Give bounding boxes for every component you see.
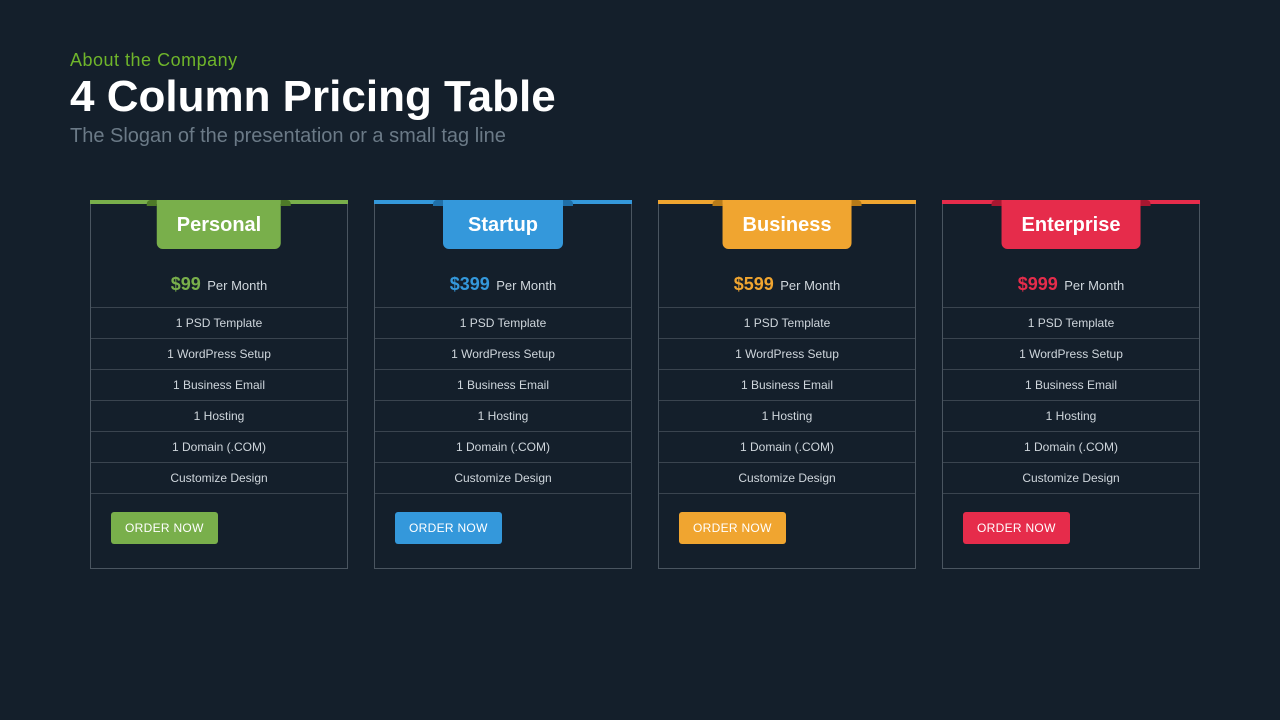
plan-cta-wrap: ORDER NOW [375,494,631,568]
eyebrow-text: About the Company [70,50,556,71]
plan-price-row: $399 Per Month [375,264,631,308]
plan-feature: Customize Design [659,463,915,494]
plan-feature: 1 Business Email [375,370,631,401]
page-title: 4 Column Pricing Table [70,73,556,121]
plan-feature: 1 Domain (.COM) [943,432,1199,463]
plan-startup: Startup $399 Per Month 1 PSD Template 1 … [374,200,632,569]
plan-ribbon-wrap: Enterprise [943,204,1199,264]
tagline-text: The Slogan of the presentation or a smal… [70,125,556,148]
order-now-button[interactable]: ORDER NOW [395,512,502,544]
plan-ribbon-wrap: Startup [375,204,631,264]
plan-ribbon-wrap: Business [659,204,915,264]
plan-ribbon: Business [723,200,852,249]
plan-feature: 1 Hosting [375,401,631,432]
plan-personal: Personal $99 Per Month 1 PSD Template 1 … [90,200,348,569]
plan-feature: Customize Design [91,463,347,494]
plan-ribbon: Enterprise [1002,200,1141,249]
plan-feature: 1 Hosting [943,401,1199,432]
plan-feature: Customize Design [943,463,1199,494]
plan-price: $599 [734,274,774,294]
plan-feature: 1 Hosting [659,401,915,432]
plan-feature: 1 Domain (.COM) [659,432,915,463]
plan-feature: 1 Business Email [943,370,1199,401]
plan-ribbon: Startup [443,200,563,249]
plan-feature: 1 PSD Template [375,308,631,339]
plan-cta-wrap: ORDER NOW [91,494,347,568]
plan-feature: 1 PSD Template [91,308,347,339]
plan-name: Startup [468,214,538,236]
plan-feature: 1 WordPress Setup [91,339,347,370]
plan-period: Per Month [780,278,840,293]
plan-price-row: $999 Per Month [943,264,1199,308]
plan-price-row: $599 Per Month [659,264,915,308]
plan-period: Per Month [207,278,267,293]
plan-ribbon: Personal [157,200,281,249]
plan-name: Enterprise [1022,214,1121,236]
order-now-button[interactable]: ORDER NOW [111,512,218,544]
plan-cta-wrap: ORDER NOW [943,494,1199,568]
plan-feature: 1 Hosting [91,401,347,432]
plan-feature: 1 Domain (.COM) [375,432,631,463]
plan-period: Per Month [1064,278,1124,293]
plan-feature: 1 WordPress Setup [659,339,915,370]
order-now-button[interactable]: ORDER NOW [679,512,786,544]
plan-feature: 1 WordPress Setup [375,339,631,370]
plan-price: $399 [450,274,490,294]
plan-price: $99 [171,274,201,294]
order-now-button[interactable]: ORDER NOW [963,512,1070,544]
pricing-table: Personal $99 Per Month 1 PSD Template 1 … [90,200,1200,569]
plan-business: Business $599 Per Month 1 PSD Template 1… [658,200,916,569]
slide-header: About the Company 4 Column Pricing Table… [70,50,556,148]
plan-price-row: $99 Per Month [91,264,347,308]
plan-feature: 1 PSD Template [659,308,915,339]
plan-feature: 1 Domain (.COM) [91,432,347,463]
plan-name: Personal [177,214,261,236]
plan-price: $999 [1018,274,1058,294]
plan-feature: 1 WordPress Setup [943,339,1199,370]
plan-name: Business [743,214,832,236]
plan-feature: 1 Business Email [91,370,347,401]
plan-ribbon-wrap: Personal [91,204,347,264]
plan-feature: 1 PSD Template [943,308,1199,339]
plan-enterprise: Enterprise $999 Per Month 1 PSD Template… [942,200,1200,569]
plan-feature: 1 Business Email [659,370,915,401]
plan-feature: Customize Design [375,463,631,494]
plan-period: Per Month [496,278,556,293]
plan-cta-wrap: ORDER NOW [659,494,915,568]
